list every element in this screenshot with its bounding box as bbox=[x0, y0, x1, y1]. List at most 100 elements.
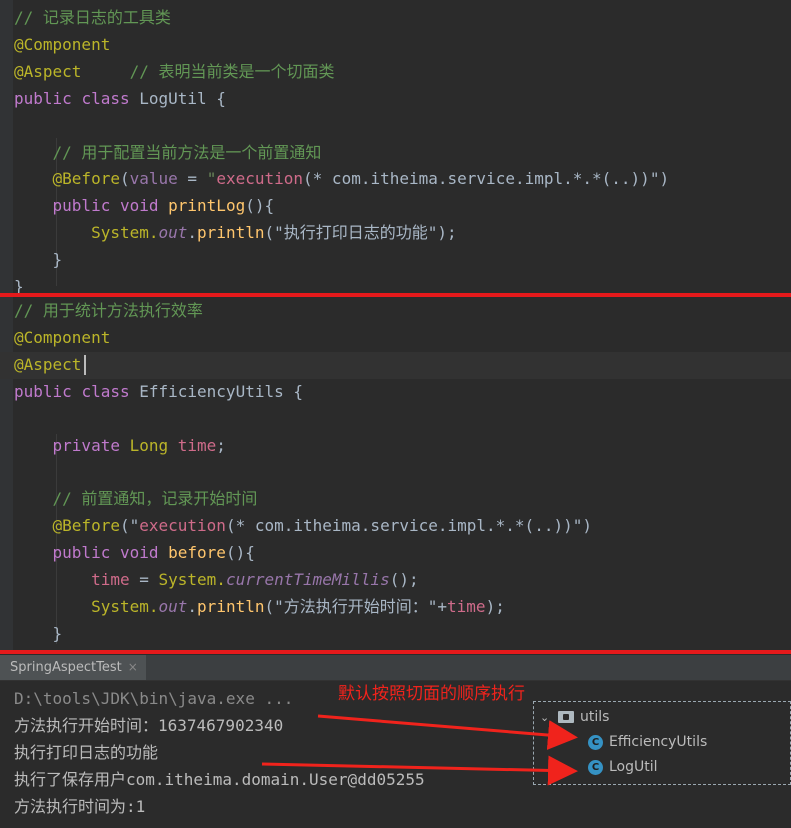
tree-item-efficiencyutils[interactable]: C EfficiencyUtils bbox=[588, 730, 707, 754]
code-token: before bbox=[168, 543, 226, 563]
code-token: // 前置通知，记录开始时间 bbox=[14, 489, 258, 509]
code-line[interactable]: @Component bbox=[14, 31, 110, 58]
editor-pane-logutil[interactable]: // 记录日志的工具类 @Component @Aspect // 表明当前类是一个… bbox=[0, 0, 791, 293]
package-folder-icon bbox=[558, 711, 574, 723]
tree-folder-utils[interactable]: ⌄ utils bbox=[540, 705, 609, 729]
project-tree-utils[interactable]: ⌄ utils C EfficiencyUtils C LogUtil bbox=[533, 701, 791, 785]
code-token: " bbox=[206, 169, 217, 189]
code-line[interactable]: } bbox=[14, 620, 63, 647]
chevron-down-icon[interactable]: ⌄ bbox=[540, 706, 554, 730]
console-line: D:\tools\JDK\bin\java.exe ... bbox=[14, 689, 294, 708]
code-token: printLog bbox=[168, 196, 246, 216]
tree-item-logutil[interactable]: C LogUtil bbox=[588, 755, 658, 779]
code-token: public bbox=[14, 543, 120, 563]
console-line: 方法执行时间为:1 bbox=[14, 797, 146, 816]
code-token: void bbox=[119, 543, 169, 563]
class-icon: C bbox=[588, 734, 603, 750]
code-line[interactable]: private Long time; bbox=[14, 432, 226, 459]
code-token: Long bbox=[129, 435, 178, 455]
code-token: System. bbox=[14, 596, 159, 616]
code-token: public bbox=[14, 88, 82, 108]
console-line: 方法执行开始时间：1637467902340 bbox=[14, 716, 284, 735]
console-line: 执行打印日志的功能 bbox=[14, 743, 159, 762]
code-token: @Before bbox=[14, 169, 120, 189]
code-token: = bbox=[177, 169, 207, 189]
code-token: (* com.itheima.service.impl.*.*(..))" bbox=[303, 169, 660, 189]
annotation-note: 默认按照切面的顺序执行 bbox=[338, 684, 525, 704]
code-token: (" bbox=[119, 516, 140, 536]
code-token: // 表明当前类是一个切面类 bbox=[81, 61, 335, 81]
code-token: time bbox=[447, 596, 486, 616]
code-token: class bbox=[81, 381, 140, 401]
code-line[interactable]: public class EfficiencyUtils { bbox=[14, 378, 303, 405]
code-token: println bbox=[197, 223, 265, 243]
code-token: time bbox=[177, 435, 217, 455]
class-icon: C bbox=[588, 759, 603, 775]
text-caret bbox=[84, 355, 86, 375]
run-tab-springaspecttest[interactable]: SpringAspectTest × bbox=[0, 655, 146, 680]
code-token: ); bbox=[485, 596, 505, 616]
run-tabbar: SpringAspectTest × bbox=[0, 655, 791, 681]
code-token: out bbox=[158, 223, 188, 243]
code-token: time bbox=[14, 570, 130, 589]
code-line[interactable]: public class LogUtil { bbox=[14, 85, 226, 112]
code-token: (){ bbox=[225, 543, 255, 563]
code-line[interactable]: // 前置通知，记录开始时间 bbox=[14, 485, 258, 512]
code-line[interactable]: // 用于配置当前方法是一个前置通知 bbox=[14, 139, 322, 166]
code-line[interactable]: System.out.println("方法执行开始时间："+time); bbox=[14, 593, 505, 620]
code-token: value bbox=[129, 169, 178, 189]
code-token: (); bbox=[389, 570, 419, 589]
code-line[interactable]: time = System.currentTimeMillis(); bbox=[14, 566, 419, 593]
code-line[interactable]: } bbox=[14, 246, 63, 273]
code-line[interactable]: public void printLog(){ bbox=[14, 192, 275, 219]
code-token: ("方法执行开始时间："+ bbox=[264, 596, 448, 616]
editor-gutter bbox=[0, 0, 13, 293]
code-token: @Before bbox=[14, 516, 120, 536]
code-line[interactable]: @Aspect bbox=[14, 351, 81, 378]
code-token: println bbox=[197, 596, 265, 616]
code-line[interactable]: // 用于统计方法执行效率 bbox=[14, 297, 203, 324]
code-line[interactable]: @Aspect // 表明当前类是一个切面类 bbox=[14, 58, 335, 85]
code-token: // 记录日志的工具类 bbox=[14, 8, 171, 27]
code-token: currentTimeMillis bbox=[225, 570, 390, 589]
code-token: EfficiencyUtils { bbox=[139, 381, 303, 401]
run-tab-label: SpringAspectTest bbox=[10, 660, 122, 675]
code-token: private bbox=[14, 435, 130, 455]
code-token: . bbox=[187, 596, 198, 616]
tree-item-label: EfficiencyUtils bbox=[609, 734, 708, 750]
code-token: System. bbox=[14, 223, 159, 243]
close-icon[interactable]: × bbox=[128, 660, 138, 674]
code-token: ("执行打印日志的功能"); bbox=[264, 223, 457, 243]
code-line[interactable]: System.out.println("执行打印日志的功能"); bbox=[14, 219, 457, 246]
code-token: } bbox=[14, 250, 63, 270]
current-line-highlight bbox=[0, 352, 791, 379]
code-token: LogUtil { bbox=[139, 88, 226, 108]
code-token: class bbox=[81, 88, 140, 108]
code-line[interactable]: @Before(value = "execution(* com.itheima… bbox=[14, 165, 670, 192]
editor-gutter bbox=[0, 297, 13, 650]
code-token: (){ bbox=[245, 196, 275, 216]
code-token: // 用于配置当前方法是一个前置通知 bbox=[14, 142, 322, 162]
code-line[interactable]: public void before(){ bbox=[14, 539, 255, 566]
code-token: } bbox=[14, 623, 63, 643]
code-token: @Component bbox=[14, 327, 111, 347]
code-token: ) bbox=[659, 169, 670, 189]
code-token: ( bbox=[119, 169, 130, 189]
tree-item-label: LogUtil bbox=[609, 759, 658, 775]
code-token: @Aspect bbox=[14, 61, 82, 81]
code-token: . bbox=[187, 223, 198, 243]
code-token: out bbox=[158, 596, 188, 616]
code-token: @Aspect bbox=[14, 354, 82, 374]
code-token: execution bbox=[139, 516, 226, 536]
code-line[interactable]: } bbox=[14, 273, 24, 293]
code-line[interactable]: // 记录日志的工具类 bbox=[14, 4, 171, 31]
code-token: (* com.itheima.service.impl.*.*(..))") bbox=[225, 516, 592, 536]
code-line[interactable]: @Component bbox=[14, 324, 110, 351]
code-line[interactable]: @Before("execution(* com.itheima.service… bbox=[14, 512, 592, 539]
editor-pane-efficiencyutils[interactable]: // 用于统计方法执行效率 @Component @Aspect public cla… bbox=[0, 297, 791, 650]
tree-folder-label: utils bbox=[580, 709, 610, 725]
code-token: public bbox=[14, 381, 82, 401]
code-token: } bbox=[14, 277, 24, 293]
code-token: @Component bbox=[14, 34, 111, 54]
separator-line bbox=[0, 650, 791, 654]
